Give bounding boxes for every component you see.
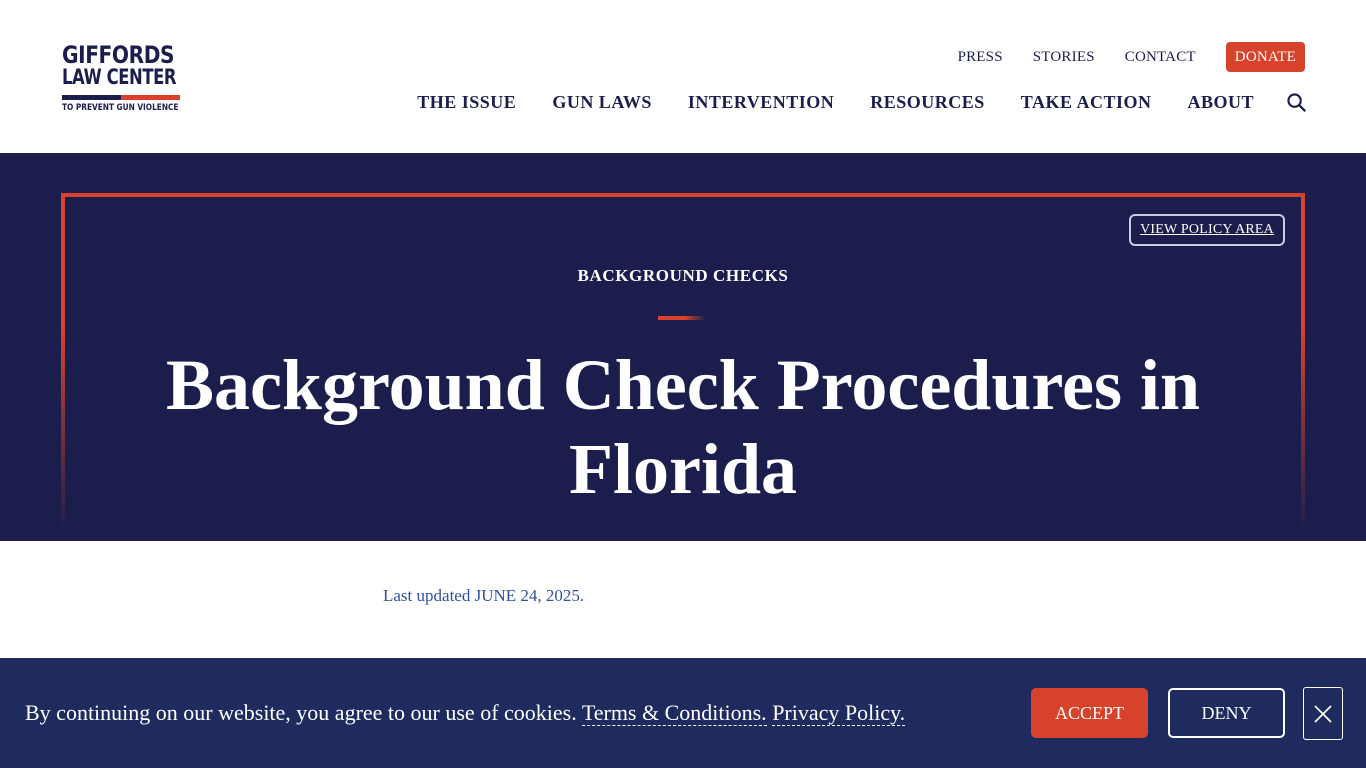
nav-gun-laws[interactable]: GUN LAWS — [552, 92, 652, 113]
main-nav: THE ISSUE GUN LAWS INTERVENTION RESOURCE… — [417, 92, 1306, 113]
terms-link[interactable]: Terms & Conditions. — [581, 700, 767, 726]
eyebrow-divider — [658, 316, 706, 320]
giffords-logo[interactable]: GIFFORDS LAW CENTER TO PREVENT GUN VIOLE… — [62, 41, 182, 114]
logo-bars — [62, 95, 180, 100]
page-title: Background Check Procedures in Florida — [165, 345, 1201, 509]
view-policy-area-button[interactable]: VIEW POLICY AREA — [1129, 214, 1285, 246]
search-icon[interactable] — [1286, 93, 1306, 113]
logo-line-1: GIFFORDS — [62, 41, 175, 69]
nav-take-action[interactable]: TAKE ACTION — [1021, 92, 1152, 113]
nav-the-issue[interactable]: THE ISSUE — [417, 92, 516, 113]
hero-banner: VIEW POLICY AREA BACKGROUND CHECKS Backg… — [0, 153, 1366, 541]
utility-nav: PRESS STORIES CONTACT DONATE — [928, 42, 1305, 72]
last-updated: Last updated JUNE 24, 2025. — [383, 586, 585, 605]
nav-about[interactable]: ABOUT — [1187, 92, 1254, 113]
nav-stories[interactable]: STORIES — [1033, 49, 1095, 66]
privacy-link[interactable]: Privacy Policy. — [772, 700, 906, 726]
logo-tagline: TO PREVENT GUN VIOLENCE — [62, 103, 179, 113]
logo-line-2: LAW CENTER — [62, 65, 177, 89]
donate-button[interactable]: DONATE — [1225, 42, 1305, 72]
nav-resources[interactable]: RESOURCES — [870, 92, 985, 113]
nav-contact[interactable]: CONTACT — [1125, 49, 1196, 66]
cookie-message: By continuing on our website, you agree … — [25, 700, 906, 726]
accept-cookies-button[interactable]: ACCEPT — [1031, 688, 1148, 738]
site-header: GIFFORDS LAW CENTER TO PREVENT GUN VIOLE… — [0, 0, 1366, 153]
category-eyebrow: BACKGROUND CHECKS — [577, 266, 789, 285]
updated-date: JUNE 24, 2025 — [474, 586, 580, 605]
deny-cookies-button[interactable]: DENY — [1168, 688, 1285, 738]
article-content: Last updated JUNE 24, 2025. — [383, 586, 1203, 606]
nav-intervention[interactable]: INTERVENTION — [688, 92, 834, 113]
cookie-banner: By continuing on our website, you agree … — [0, 658, 1366, 768]
nav-press[interactable]: PRESS — [958, 49, 1003, 66]
close-icon[interactable] — [1303, 687, 1343, 740]
